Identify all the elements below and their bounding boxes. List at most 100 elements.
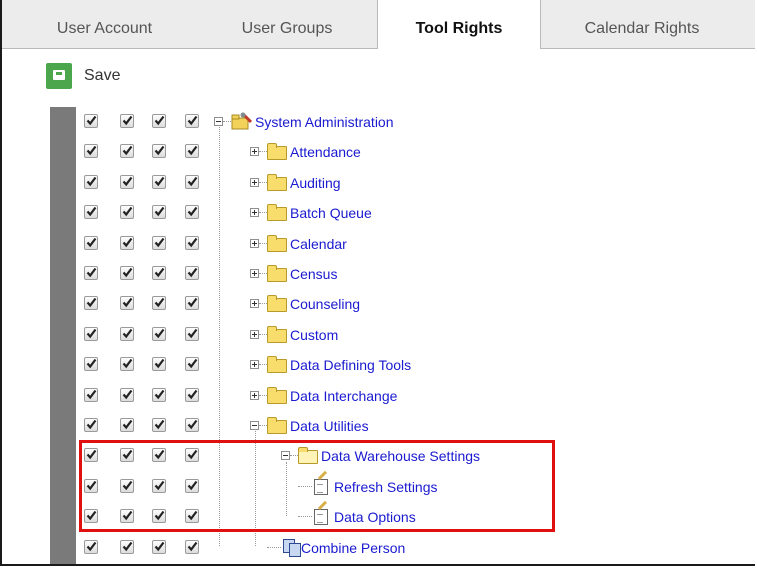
right-checkbox[interactable]: [84, 448, 98, 462]
expand-icon[interactable]: [250, 299, 259, 308]
expand-icon[interactable]: [250, 391, 259, 400]
right-checkbox[interactable]: [152, 509, 166, 523]
right-checkbox[interactable]: [84, 296, 98, 310]
right-checkbox[interactable]: [185, 205, 199, 219]
tree-item-label[interactable]: Attendance: [290, 144, 361, 160]
expand-icon[interactable]: [250, 360, 259, 369]
tree-item-label[interactable]: Refresh Settings: [334, 479, 438, 495]
right-checkbox[interactable]: [120, 479, 134, 493]
right-checkbox[interactable]: [84, 236, 98, 250]
right-checkbox[interactable]: [152, 296, 166, 310]
tab-calendar-rights[interactable]: Calendar Rights: [547, 0, 737, 48]
right-checkbox[interactable]: [120, 296, 134, 310]
right-checkbox[interactable]: [185, 448, 199, 462]
right-checkbox[interactable]: [120, 327, 134, 341]
right-checkbox[interactable]: [152, 266, 166, 280]
right-checkbox[interactable]: [152, 205, 166, 219]
tree-item-label[interactable]: Data Warehouse Settings: [321, 448, 480, 464]
expand-icon[interactable]: [250, 178, 259, 187]
right-checkbox[interactable]: [120, 236, 134, 250]
tree-item-label[interactable]: Counseling: [290, 296, 360, 312]
tab-user-groups[interactable]: User Groups: [202, 0, 372, 48]
collapse-icon[interactable]: [281, 451, 290, 460]
tree-item-label[interactable]: Combine Person: [301, 540, 405, 556]
right-checkbox[interactable]: [185, 296, 199, 310]
right-checkbox[interactable]: [84, 144, 98, 158]
edit-document-icon: [314, 509, 328, 525]
tree-connector: [259, 243, 267, 244]
right-checkbox[interactable]: [185, 114, 199, 128]
right-checkbox[interactable]: [185, 357, 199, 371]
tree-item-label[interactable]: System Administration: [255, 114, 394, 130]
tree-row: Batch Queue: [2, 198, 755, 228]
tree-item-label[interactable]: Batch Queue: [290, 205, 372, 221]
right-checkbox[interactable]: [152, 479, 166, 493]
right-checkbox[interactable]: [120, 540, 134, 554]
tree-item-label[interactable]: Data Defining Tools: [290, 357, 411, 373]
tree-item-label[interactable]: Data Utilities: [290, 418, 369, 434]
right-checkbox[interactable]: [185, 175, 199, 189]
tab-user-account[interactable]: User Account: [22, 0, 187, 48]
right-checkbox[interactable]: [185, 540, 199, 554]
right-checkbox[interactable]: [185, 479, 199, 493]
tree-item-label[interactable]: Census: [290, 266, 337, 282]
right-checkbox[interactable]: [84, 175, 98, 189]
right-checkbox[interactable]: [185, 388, 199, 402]
right-checkbox[interactable]: [185, 509, 199, 523]
tree-item-label[interactable]: Data Interchange: [290, 388, 397, 404]
right-checkbox[interactable]: [152, 236, 166, 250]
tree-item-label[interactable]: Auditing: [290, 175, 341, 191]
right-checkbox[interactable]: [84, 357, 98, 371]
tree-row: Calendar: [2, 229, 755, 259]
right-checkbox[interactable]: [152, 418, 166, 432]
right-checkbox[interactable]: [185, 266, 199, 280]
right-checkbox[interactable]: [152, 540, 166, 554]
right-checkbox[interactable]: [152, 388, 166, 402]
expand-icon[interactable]: [250, 208, 259, 217]
right-checkbox[interactable]: [84, 114, 98, 128]
folder-icon: [267, 417, 287, 434]
expand-icon[interactable]: [250, 147, 259, 156]
right-checkbox[interactable]: [185, 236, 199, 250]
right-checkbox[interactable]: [152, 357, 166, 371]
tree-item-label[interactable]: Data Options: [334, 509, 416, 525]
right-checkbox[interactable]: [152, 448, 166, 462]
right-checkbox[interactable]: [84, 327, 98, 341]
right-checkbox[interactable]: [152, 327, 166, 341]
right-checkbox[interactable]: [185, 418, 199, 432]
right-checkbox[interactable]: [84, 479, 98, 493]
collapse-icon[interactable]: [214, 117, 223, 126]
tab-tool-rights[interactable]: Tool Rights: [377, 0, 541, 49]
right-checkbox[interactable]: [120, 266, 134, 280]
right-checkbox[interactable]: [120, 175, 134, 189]
expand-icon[interactable]: [250, 239, 259, 248]
right-checkbox[interactable]: [185, 327, 199, 341]
tree-row: Data Utilities: [2, 411, 755, 441]
right-checkbox[interactable]: [120, 114, 134, 128]
tree-item-label[interactable]: Custom: [290, 327, 338, 343]
right-checkbox[interactable]: [84, 388, 98, 402]
tree-connector: [259, 334, 267, 335]
right-checkbox[interactable]: [152, 144, 166, 158]
right-checkbox[interactable]: [84, 540, 98, 554]
save-button[interactable]: Save: [46, 63, 120, 89]
right-checkbox[interactable]: [120, 388, 134, 402]
right-checkbox[interactable]: [152, 114, 166, 128]
right-checkbox[interactable]: [152, 175, 166, 189]
right-checkbox[interactable]: [84, 266, 98, 280]
right-checkbox[interactable]: [120, 144, 134, 158]
right-checkbox[interactable]: [120, 509, 134, 523]
right-checkbox[interactable]: [120, 418, 134, 432]
tree-connector: [259, 182, 267, 183]
right-checkbox[interactable]: [120, 205, 134, 219]
right-checkbox[interactable]: [84, 418, 98, 432]
right-checkbox[interactable]: [120, 357, 134, 371]
expand-icon[interactable]: [250, 269, 259, 278]
right-checkbox[interactable]: [185, 144, 199, 158]
right-checkbox[interactable]: [84, 509, 98, 523]
collapse-icon[interactable]: [250, 421, 259, 430]
right-checkbox[interactable]: [120, 448, 134, 462]
expand-icon[interactable]: [250, 330, 259, 339]
right-checkbox[interactable]: [84, 205, 98, 219]
tree-item-label[interactable]: Calendar: [290, 236, 347, 252]
